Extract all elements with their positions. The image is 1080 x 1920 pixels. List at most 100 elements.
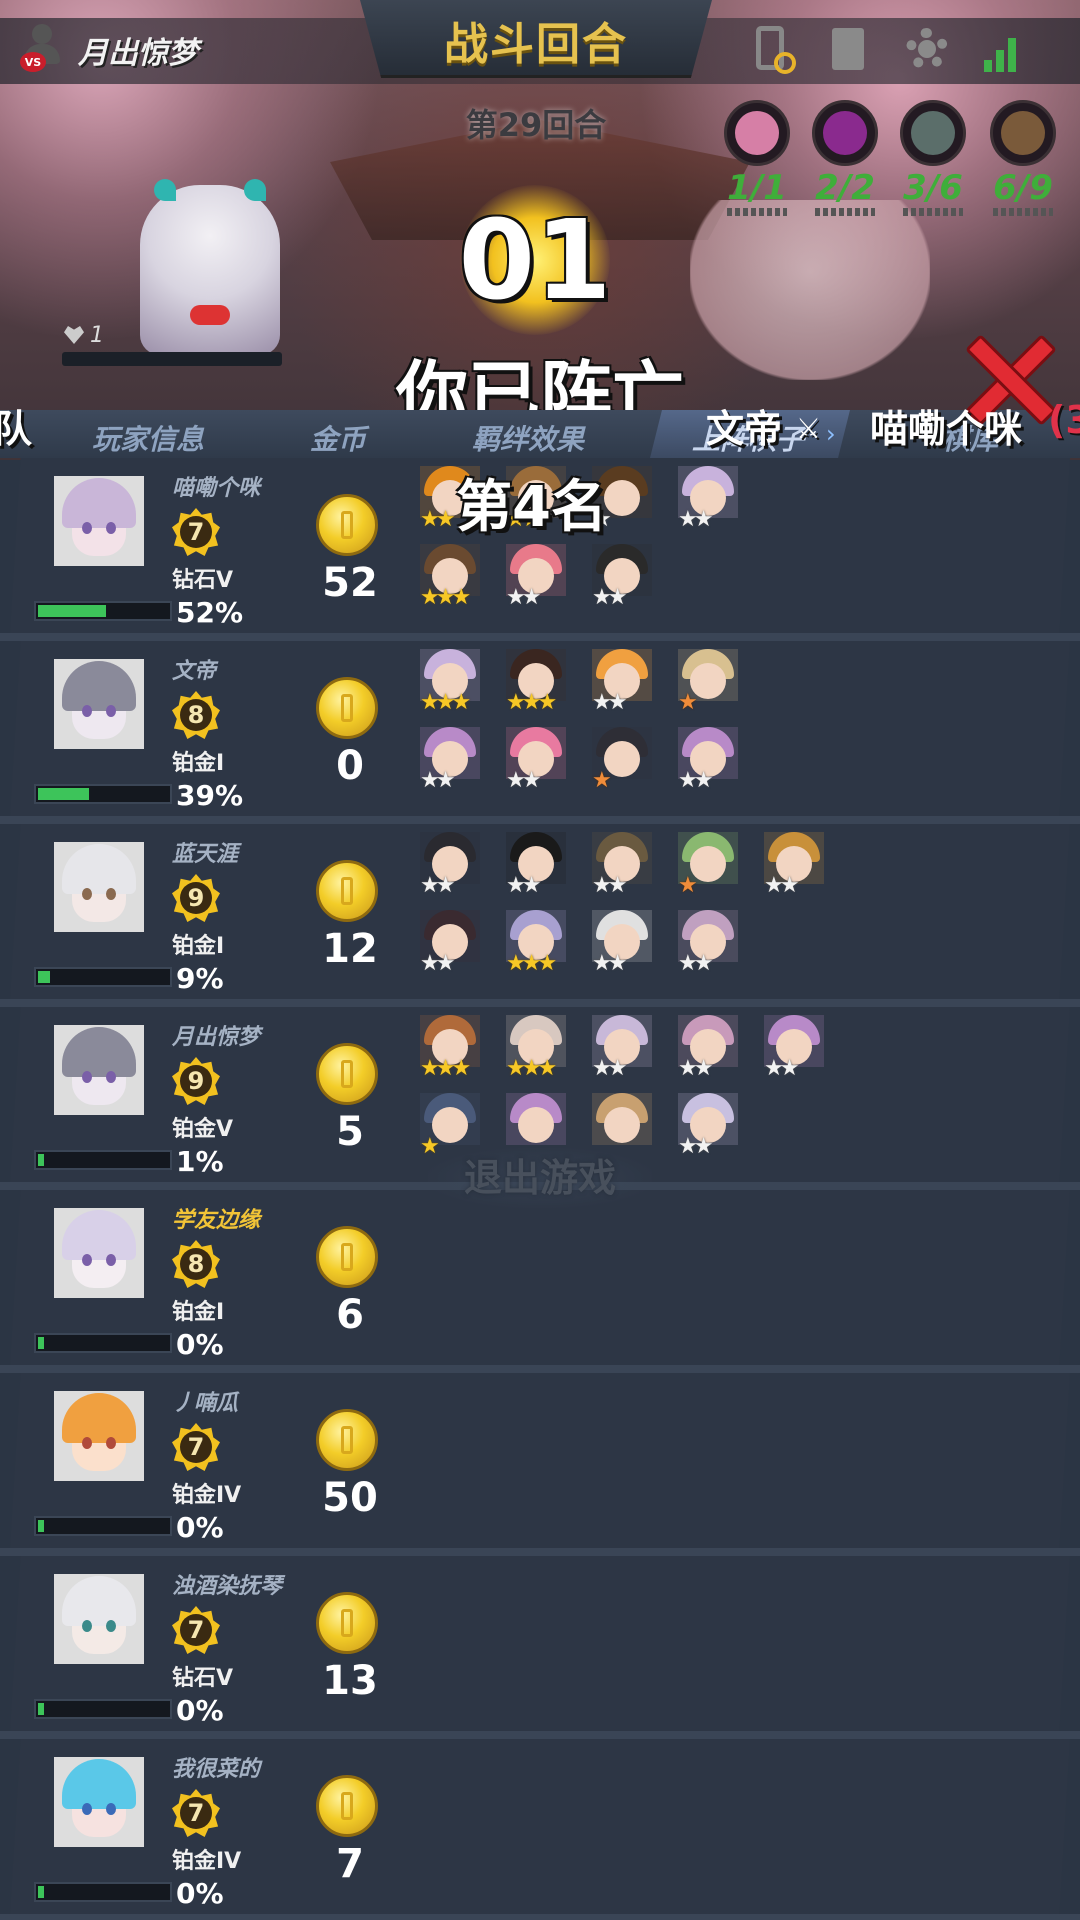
gold-coin-icon	[316, 1043, 378, 1105]
unit-portrait[interactable]: ★★	[592, 1015, 652, 1081]
avatar[interactable]	[54, 842, 144, 932]
unit-portrait[interactable]: ★★★	[420, 1015, 480, 1081]
rank-label: 铂金I	[172, 1300, 225, 1325]
unit-portrait[interactable]: ★★	[592, 832, 652, 898]
player-row[interactable]: 丿喃瓜 7 铂金IV 0% 50	[10, 1373, 1070, 1548]
unit-portrait[interactable]: ★	[678, 832, 738, 898]
coin-count: 13	[322, 1658, 378, 1704]
sakura-icon	[724, 100, 790, 166]
star-rating: ★★	[678, 1134, 713, 1159]
avatar[interactable]	[54, 1025, 144, 1115]
avatar[interactable]	[54, 476, 144, 566]
star-rating: ★★	[764, 1056, 799, 1081]
coin-count: 52	[322, 560, 378, 606]
coin-count: 50	[322, 1475, 378, 1521]
exp-bar	[34, 1516, 172, 1536]
book-icon[interactable]	[826, 26, 870, 74]
kill-feed-killer: 文帝	[706, 407, 783, 451]
unit-portrait[interactable]: ★★★	[506, 649, 566, 715]
row-divider	[0, 633, 1080, 641]
cat-ear-left	[154, 179, 176, 201]
player-row[interactable]: 我很菜的 7 铂金IV 0% 7	[10, 1739, 1070, 1914]
page-title: 战斗回合	[444, 19, 628, 70]
unit-portrait[interactable]: ★★	[420, 727, 480, 793]
rank-label: 铂金IV	[172, 1849, 242, 1874]
level-value: 8	[180, 1248, 212, 1280]
unit-grid	[420, 1747, 870, 1907]
unit-grid	[420, 1198, 870, 1358]
gear-icon[interactable]	[904, 26, 948, 74]
unit-portrait[interactable]: ★★★	[506, 910, 566, 976]
star-rating: ★★★	[506, 690, 557, 715]
avatar[interactable]	[54, 659, 144, 749]
rank-label: 铂金I	[172, 934, 225, 959]
unit-portrait[interactable]: ★★	[420, 910, 480, 976]
synergy-value: 1/1	[727, 168, 787, 208]
phone-switch-icon[interactable]	[752, 26, 796, 74]
unit-portrait[interactable]: ★	[592, 727, 652, 793]
hammer-icon	[990, 100, 1056, 166]
avatar[interactable]	[54, 1208, 144, 1298]
synergy-progress	[727, 208, 787, 216]
unit-portrait[interactable]: ★★	[764, 832, 824, 898]
gold-coin-icon	[316, 1592, 378, 1654]
current-player-name: 月出惊梦	[78, 36, 198, 71]
unit-portrait[interactable]: ★★	[506, 832, 566, 898]
synergy-badge[interactable]: 3/6	[898, 100, 968, 216]
player-name: 学友边缘	[172, 1208, 261, 1233]
level-badge: 7	[172, 1789, 220, 1837]
unit-portrait[interactable]: ★★★	[420, 649, 480, 715]
unit-portrait[interactable]: ★★	[592, 544, 652, 610]
unit-portrait[interactable]: ★★	[678, 910, 738, 976]
player-row[interactable]: 浊酒染抚琴 7 钻石V 0% 13	[10, 1556, 1070, 1731]
unit-grid: ★★★ ★★★ ★★ ★ ★★ ★★ ★ ★★	[420, 649, 870, 809]
unit-portrait[interactable]: ★	[678, 649, 738, 715]
gold-coin-icon	[316, 1226, 378, 1288]
avatar[interactable]	[54, 1391, 144, 1481]
exp-bar-fill	[38, 1520, 44, 1532]
unit-portrait[interactable]: ★★	[506, 727, 566, 793]
exp-percent: 1%	[176, 1145, 224, 1178]
exit-game-button[interactable]: 退出游戏	[428, 1148, 652, 1208]
kill-feed: 队 文帝 ⚔ 喵嘞个咪 (3	[0, 398, 1080, 451]
unit-portrait[interactable]: ★★	[506, 544, 566, 610]
row-divider	[0, 816, 1080, 824]
synergy-badge[interactable]: 1/1	[722, 100, 792, 216]
player-avatar-character	[140, 179, 280, 355]
row-divider	[0, 1731, 1080, 1739]
star-rating: ★	[678, 690, 698, 715]
hp-display: 1	[64, 320, 144, 350]
unit-portrait[interactable]: ★★	[592, 910, 652, 976]
star-rating: ★★	[592, 1056, 627, 1081]
exp-bar	[34, 1333, 172, 1353]
synergy-badge[interactable]: 2/2	[810, 100, 880, 216]
unit-portrait[interactable]: ★★★	[420, 544, 480, 610]
unit-portrait[interactable]: ★★	[678, 727, 738, 793]
star-rating: ★★★	[420, 1056, 471, 1081]
exp-percent: 0%	[176, 1877, 224, 1910]
synergy-badge[interactable]: 6/9	[988, 100, 1058, 216]
player-row[interactable]: 蓝天涯 9 铂金I 9% 12 ★★ ★★ ★★ ★ ★★ ★★ ★★★ ★★ ★★	[10, 824, 1070, 999]
unit-portrait[interactable]: ★★	[678, 466, 738, 532]
avatar[interactable]	[54, 1574, 144, 1664]
synergy-value: 6/9	[993, 168, 1053, 208]
rank-label: 钻石V	[172, 568, 234, 593]
avatar[interactable]	[54, 1757, 144, 1847]
player-row[interactable]: 文帝 8 铂金I 39% 0 ★★★ ★★★ ★★ ★ ★★ ★★ ★ ★★	[10, 641, 1070, 816]
player-row[interactable]: 学友边缘 8 铂金I 0% 6	[10, 1190, 1070, 1365]
signal-icon	[980, 26, 1024, 74]
row-divider	[0, 1548, 1080, 1556]
unit-portrait[interactable]: ★★	[678, 1015, 738, 1081]
synergy-value: 3/6	[903, 168, 963, 208]
gold-coin-icon	[316, 677, 378, 739]
unit-portrait[interactable]: ★★★	[506, 1015, 566, 1081]
player-vs-icon[interactable]: VS	[20, 24, 62, 74]
placement-label: 第4名	[456, 475, 607, 540]
unit-portrait[interactable]: ★★	[678, 1093, 738, 1159]
unit-portrait[interactable]: ★★	[420, 832, 480, 898]
gold-coin-icon	[316, 1409, 378, 1471]
unit-portrait[interactable]: ★★	[764, 1015, 824, 1081]
kill-feed-count: (3	[1048, 398, 1080, 442]
level-badge: 9	[172, 1057, 220, 1105]
unit-portrait[interactable]: ★★	[592, 649, 652, 715]
